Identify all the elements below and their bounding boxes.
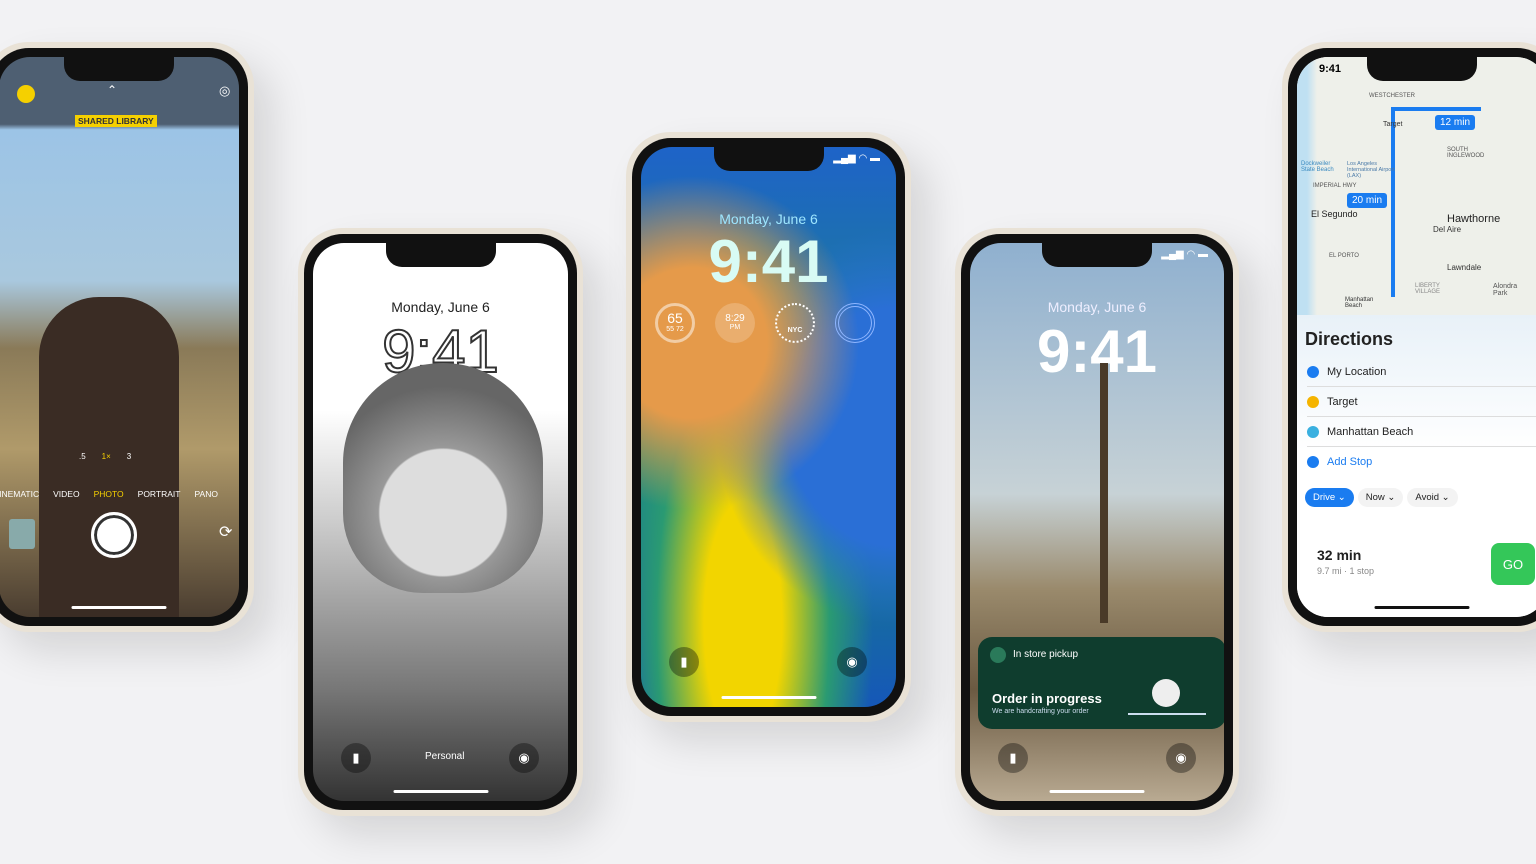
lock-date: Monday, June 6 [719,211,818,227]
progress-barista-icon [1152,679,1180,707]
directions-title: Directions [1305,329,1394,349]
route-details: 9.7 mi · 1 stop [1317,566,1375,576]
flashlight-button[interactable]: ▮ [341,743,371,773]
starbucks-logo [990,647,1006,663]
location-arrow-icon [1307,365,1319,378]
shared-library-badge[interactable]: SHARED LIBRARY [75,115,157,127]
add-stop-button[interactable]: Add Stop [1327,456,1372,468]
phone-maps: 9:41 12 min 20 min WESTCHESTER Target SO… [1282,42,1536,632]
weather-widget[interactable]: 65 55 72 [655,303,695,343]
stop-manhattan-beach[interactable]: Manhattan Beach [1327,426,1413,438]
mode-video[interactable]: VIDEO [53,489,79,499]
shutter-button[interactable] [91,512,137,558]
activity-status: Order in progress [992,691,1102,706]
route-duration: 32 min [1317,547,1362,563]
progress-track [1128,713,1206,715]
people-icon[interactable] [17,85,35,103]
mode-cinematic[interactable]: CINEMATIC [0,489,39,499]
drive-option[interactable]: Drive ⌄ [1305,488,1354,507]
mode-pano[interactable]: PANO [194,489,217,499]
portrait-photo [343,363,543,593]
route-leg-1[interactable]: 12 min [1435,115,1476,130]
activity-subtitle: We are handcrafting your order [992,708,1089,715]
lock-time: 9:41 [708,228,829,295]
live-photo-icon[interactable]: ◎ [219,83,230,99]
avoid-option[interactable]: Avoid ⌄ [1407,488,1458,507]
route-line [1391,107,1395,297]
chevron-up-icon[interactable]: ⌃ [107,83,117,97]
flashlight-button[interactable]: ▮ [998,743,1028,773]
status-time: 9:41 [1319,63,1342,75]
mode-photo[interactable]: PHOTO [94,489,124,499]
map-view[interactable]: 12 min 20 min WESTCHESTER Target SOUTH I… [1297,57,1536,317]
mode-selector[interactable]: CINEMATIC VIDEO PHOTO PORTRAIT PANO [0,489,218,499]
route-leg-2[interactable]: 20 min [1347,193,1388,208]
sunset-widget[interactable]: 8:29 PM [715,303,755,343]
phone-portrait-lock: ▂▄▆ ◠ ▬ Monday, June 6 9:41 ▮ Personal ◉ [298,228,583,816]
target-icon [1307,395,1319,408]
stop-target[interactable]: Target [1327,396,1358,408]
lock-time: 9:41 [1036,318,1158,385]
zoom-controls[interactable]: .5 1× 3 [79,452,131,461]
plus-icon [1307,456,1319,468]
live-activity-card[interactable]: In store pickup Order in progress We are… [978,637,1224,729]
phone-desert-lock: ▂▄▆ ◠ ▬ Monday, June 6 9:41 In store pic… [955,228,1239,816]
joshua-tree [1100,363,1108,623]
directions-sheet: Directions My Location Target Manhattan … [1297,315,1536,617]
camera-button[interactable]: ◉ [509,743,539,773]
activity-title: In store pickup [1013,649,1079,660]
go-button[interactable]: GO [1491,543,1535,585]
lock-date: Monday, June 6 [1047,299,1147,315]
beach-icon [1307,425,1319,438]
thumbnail[interactable] [9,519,35,549]
focus-label[interactable]: Personal [425,751,464,762]
lock-date: Monday, June 6 [391,299,490,315]
now-option[interactable]: Now ⌄ [1357,488,1404,507]
zoom-1x[interactable]: 1× [102,452,111,461]
world-clock-widget[interactable]: NYC [775,303,815,343]
stop-my-location[interactable]: My Location [1327,366,1386,378]
zoom-05[interactable]: .5 [79,452,86,461]
phone-center-lock: ▂▄▆ ◠ ▬ Monday, June 6 9:41 65 55 72 8:29… [626,132,911,722]
camera-button[interactable]: ◉ [837,647,867,677]
phone-camera: ⌃ ◎ SHARED LIBRARY .5 1× 3 CINEMATIC VIDEO P… [0,42,254,632]
camera-button[interactable]: ◉ [1166,743,1196,773]
activity-rings-icon[interactable] [835,303,875,343]
flashlight-button[interactable]: ▮ [669,647,699,677]
flip-camera-icon[interactable]: ⟳ [219,522,232,542]
zoom-3[interactable]: 3 [127,452,131,461]
mode-portrait[interactable]: PORTRAIT [138,489,181,499]
